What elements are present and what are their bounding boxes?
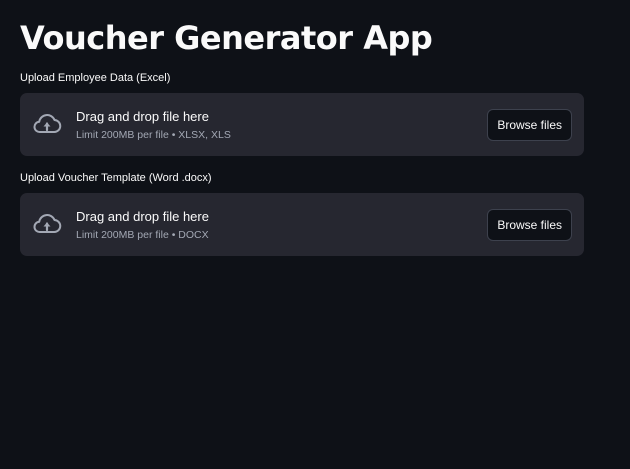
browse-files-button-template[interactable]: Browse files [487,209,572,241]
employee-data-label: Upload Employee Data (Excel) [20,72,171,84]
dropzone-title: Drag and drop file here [76,109,209,124]
main-container: Voucher Generator App Upload Employee Da… [20,0,584,256]
browse-files-button-employee[interactable]: Browse files [487,109,572,141]
employee-data-dropzone[interactable]: Drag and drop file here Limit 200MB per … [20,93,584,156]
page-title: Voucher Generator App [20,19,433,57]
voucher-template-label: Upload Voucher Template (Word .docx) [20,172,212,184]
dropzone-limit-text: Limit 200MB per file • XLSX, XLS [76,129,231,141]
voucher-template-dropzone[interactable]: Drag and drop file here Limit 200MB per … [20,193,584,256]
dropzone-title: Drag and drop file here [76,209,209,224]
template-dropzone-text: Drag and drop file here Limit 200MB per … [76,209,209,242]
cloud-upload-icon [33,114,62,133]
cloud-upload-icon [33,214,62,233]
employee-dropzone-text: Drag and drop file here Limit 200MB per … [76,109,231,142]
dropzone-limit-text: Limit 200MB per file • DOCX [76,229,209,241]
